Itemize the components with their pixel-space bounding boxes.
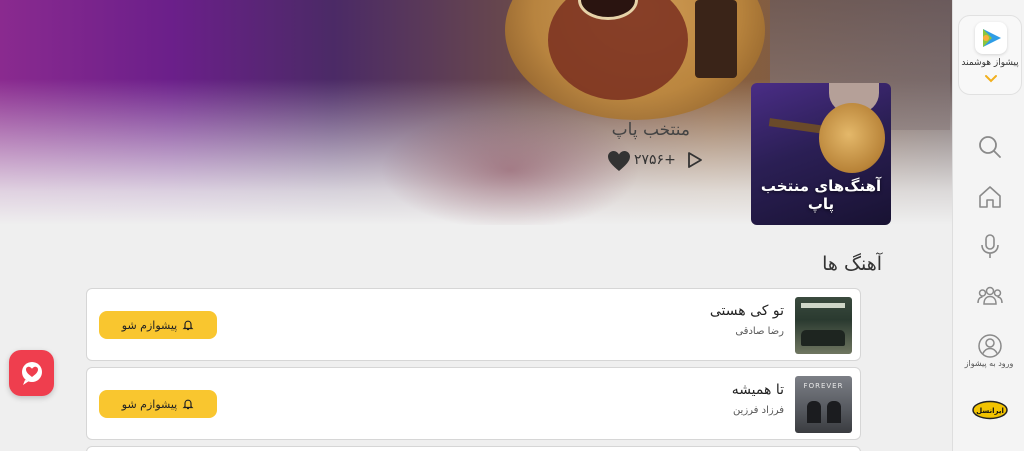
chevron-down-icon[interactable] bbox=[984, 74, 998, 84]
chat-heart-icon bbox=[21, 362, 42, 385]
thumb-banner bbox=[801, 303, 845, 308]
hero-image-bridge bbox=[695, 0, 737, 78]
songs-section-title: آهنگ ها bbox=[822, 253, 882, 275]
search-icon[interactable] bbox=[977, 134, 1003, 160]
song-thumbnail: FOREVER bbox=[795, 376, 852, 433]
thumb-figure bbox=[827, 401, 841, 423]
brand-logo-icon bbox=[975, 22, 1007, 54]
cover-guitar bbox=[819, 103, 885, 173]
song-card[interactable]: FOREVER تا همیشه فرزاد فرزین پیشوازم شو bbox=[86, 367, 861, 440]
song-card[interactable]: تو کی هستی رضا صادقی پیشوازم شو bbox=[86, 288, 861, 361]
song-card[interactable] bbox=[86, 446, 861, 451]
set-ringback-button[interactable]: پیشوازم شو bbox=[99, 311, 217, 339]
brand-logo-mark bbox=[983, 29, 1001, 47]
song-artist: فرزاد فرزین bbox=[732, 405, 784, 416]
group-icon[interactable] bbox=[977, 283, 1003, 309]
operator-logo: ایرانسل bbox=[972, 400, 1008, 420]
login-label[interactable]: ورود به پیشواز bbox=[953, 359, 1024, 368]
song-title: تو کی هستی bbox=[709, 303, 784, 319]
set-ringback-label: پیشوازم شو bbox=[121, 318, 178, 332]
sidebar: پیشواز هوشمند ورود به پیشواز ایرانسل bbox=[952, 0, 1024, 451]
heart-icon[interactable] bbox=[607, 150, 631, 172]
home-icon[interactable] bbox=[977, 184, 1003, 210]
bell-icon bbox=[182, 320, 194, 331]
thumb-car bbox=[801, 330, 845, 346]
set-ringback-button[interactable]: پیشوازم شو bbox=[99, 390, 217, 418]
set-ringback-label: پیشوازم شو bbox=[121, 397, 178, 411]
chat-button[interactable] bbox=[9, 350, 54, 396]
microphone-icon[interactable] bbox=[977, 233, 1003, 259]
song-thumbnail bbox=[795, 297, 852, 354]
cover-title: آهنگ‌های منتخب پاپ bbox=[760, 177, 882, 213]
operator-logo-text: ایرانسل bbox=[976, 407, 1004, 415]
bell-icon bbox=[182, 399, 194, 410]
song-title: تا همیشه bbox=[731, 382, 784, 398]
like-count: +۲۷۵۶ bbox=[634, 152, 676, 168]
brand-selector[interactable]: پیشواز هوشمند bbox=[958, 15, 1022, 95]
thumb-word: FOREVER bbox=[803, 382, 844, 390]
playlist-cover: آهنگ‌های منتخب پاپ bbox=[751, 83, 891, 225]
song-artist: رضا صادقی bbox=[735, 326, 784, 337]
user-icon[interactable] bbox=[977, 333, 1003, 359]
brand-name: پیشواز هوشمند bbox=[961, 58, 1019, 68]
thumb-figure bbox=[807, 401, 821, 423]
playlist-title: منتخب پاپ bbox=[611, 120, 690, 140]
play-icon[interactable] bbox=[684, 150, 704, 170]
